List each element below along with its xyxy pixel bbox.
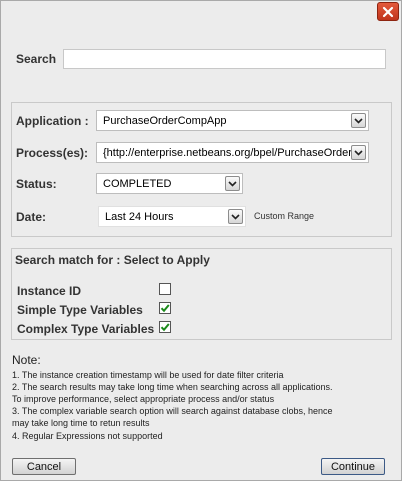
note-line: 2. The search results may take long time…	[12, 382, 333, 392]
simple-type-label: Simple Type Variables	[17, 303, 143, 317]
note-line: To improve performance, select appropria…	[12, 394, 275, 404]
close-icon	[382, 6, 394, 17]
chevron-down-icon[interactable]	[351, 145, 366, 160]
search-input[interactable]	[63, 49, 386, 69]
application-label: Application :	[16, 114, 89, 128]
complex-type-checkbox[interactable]	[159, 321, 171, 333]
chevron-down-icon[interactable]	[228, 209, 243, 224]
chevron-down-icon[interactable]	[351, 113, 366, 128]
status-label: Status:	[16, 177, 57, 191]
custom-range-link[interactable]: Custom Range	[254, 211, 314, 221]
note-line: 1. The instance creation timestamp will …	[12, 370, 284, 380]
match-title: Search match for : Select to Apply	[15, 253, 210, 267]
application-value: PurchaseOrderCompApp	[103, 114, 227, 127]
note-line: 3. The complex variable search option wi…	[12, 406, 333, 416]
note-title: Note:	[12, 353, 41, 367]
processes-value: {http://enterprise.netbeans.org/bpel/Pur…	[103, 146, 351, 159]
instance-id-label: Instance ID	[17, 284, 82, 298]
application-select[interactable]: PurchaseOrderCompApp	[96, 110, 369, 131]
date-select[interactable]: Last 24 Hours	[98, 206, 246, 227]
continue-button[interactable]: Continue	[321, 458, 385, 475]
note-line: may take long time to retun results	[12, 418, 150, 428]
note-line: 4. Regular Expressions not supported	[12, 431, 163, 441]
date-value: Last 24 Hours	[105, 210, 174, 223]
instance-id-checkbox[interactable]	[159, 283, 171, 295]
status-select[interactable]: COMPLETED	[96, 173, 243, 194]
complex-type-label: Complex Type Variables	[17, 322, 155, 336]
cancel-button[interactable]: Cancel	[12, 458, 76, 475]
processes-label: Process(es):	[16, 146, 89, 160]
search-label: Search	[16, 52, 57, 66]
close-button[interactable]	[377, 2, 399, 21]
search-dialog: Search Application : PurchaseOrderCompAp…	[0, 0, 402, 481]
status-value: COMPLETED	[103, 177, 172, 190]
simple-type-checkbox[interactable]	[159, 302, 171, 314]
date-label: Date:	[16, 210, 47, 224]
checkmark-icon	[160, 304, 170, 313]
chevron-down-icon[interactable]	[225, 176, 240, 191]
processes-select[interactable]: {http://enterprise.netbeans.org/bpel/Pur…	[96, 142, 369, 163]
checkmark-icon	[160, 323, 170, 332]
